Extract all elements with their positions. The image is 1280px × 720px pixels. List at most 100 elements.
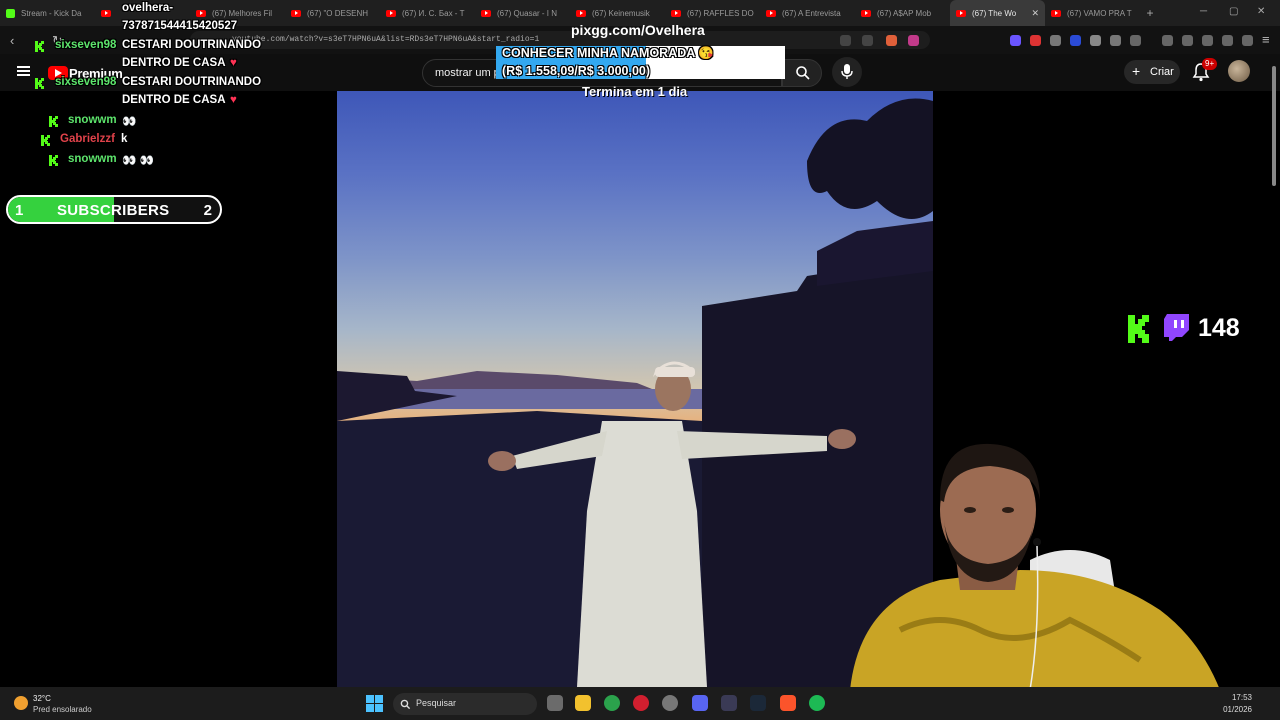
viewer-count-overlay: 148	[1128, 314, 1253, 344]
extension-icon[interactable]	[1070, 35, 1081, 46]
chat-username: sixseven98	[55, 76, 117, 88]
new-tab-button[interactable]: +	[1140, 6, 1160, 20]
extension-icon[interactable]	[1030, 35, 1041, 46]
chat-message-text: 👀 👀	[122, 155, 154, 167]
media-icon[interactable]	[1162, 35, 1173, 46]
chrome-icon[interactable]	[604, 695, 620, 711]
brave-shield-icon[interactable]	[886, 35, 897, 46]
kick-badge-icon	[49, 116, 58, 127]
wallet-icon[interactable]	[1202, 35, 1213, 46]
chat-message-text: k	[121, 133, 128, 145]
install-icon[interactable]	[840, 35, 851, 46]
chat-message-text: 👀	[122, 116, 137, 128]
minimize-icon[interactable]: ─	[1200, 6, 1207, 17]
weather-temperature: 32°C	[33, 694, 51, 703]
screenshot-icon[interactable]	[1130, 35, 1141, 46]
taskbar-search-box[interactable]: Pesquisar	[393, 693, 537, 715]
youtube-icon	[481, 9, 491, 17]
taskbar-date[interactable]: 01/2026	[1218, 705, 1252, 714]
subscribers-goal-bar: 1 SUBSCRIBERS 2	[6, 195, 222, 224]
streamer-webcam	[850, 443, 1220, 690]
donation-goal-amount: (R$ 1.558,09/R$ 3.000,00)	[502, 64, 651, 78]
donation-goal-deadline: Termina em 1 dia	[582, 84, 688, 99]
voice-search-button[interactable]	[832, 57, 862, 87]
youtube-icon	[576, 9, 586, 17]
chat-username: ovelhera-	[122, 2, 174, 14]
subscribers-label: SUBSCRIBERS	[57, 202, 170, 219]
kick-icon	[6, 8, 15, 18]
steam-icon[interactable]	[750, 695, 766, 711]
create-button[interactable]: + Criar	[1124, 60, 1180, 84]
youtube-icon	[766, 9, 776, 17]
page-scrollbar[interactable]	[1270, 60, 1278, 687]
avatar[interactable]	[1228, 60, 1250, 82]
app-icon[interactable]	[721, 695, 737, 711]
search-button[interactable]	[782, 59, 822, 87]
kick-badge-icon	[35, 41, 44, 52]
task-view-icon[interactable]	[547, 695, 563, 711]
leo-icon[interactable]	[1222, 35, 1233, 46]
heart-emote-icon: ♥	[230, 57, 237, 69]
chat-username: snowwm	[68, 153, 117, 165]
chat-message-text: CESTARI DOUTRINANDO	[122, 76, 262, 88]
donation-goal-bar: CONHECER MINHA NAMORADA 😘 (R$ 1.558,09/R…	[496, 46, 785, 79]
opera-gx-icon[interactable]	[633, 695, 649, 711]
extensions-puzzle-icon[interactable]	[1110, 35, 1121, 46]
youtube-icon	[1051, 9, 1061, 17]
subscribers-current: 1	[15, 202, 24, 219]
vpn-icon[interactable]	[1242, 35, 1253, 46]
youtube-icon	[861, 9, 871, 17]
donation-goal-title: CONHECER MINHA NAMORADA 😘	[502, 46, 714, 60]
chat-username: snowwm	[68, 114, 117, 126]
brave-rewards-icon[interactable]	[908, 35, 919, 46]
pix-donation-url: pixgg.com/Ovelhera	[571, 22, 705, 38]
close-tab-icon[interactable]: ✕	[1031, 8, 1039, 19]
tab-youtube-active[interactable]: (67) The Wo ✕	[950, 0, 1045, 26]
maximize-icon[interactable]: ▢	[1229, 6, 1238, 17]
file-explorer-icon[interactable]	[575, 695, 591, 711]
kick-badge-icon	[35, 78, 44, 89]
scrollbar-thumb[interactable]	[1272, 66, 1276, 186]
tab-youtube-3[interactable]: (67) "O DESENH	[285, 0, 380, 26]
brave-icon[interactable]	[780, 695, 796, 711]
chat-username: Gabrielzzf	[60, 133, 115, 145]
tab-youtube-5[interactable]: (67) Quasar - I N	[475, 0, 570, 26]
youtube-icon	[196, 9, 206, 17]
hamburger-menu-icon[interactable]	[17, 66, 30, 76]
extension-icon[interactable]	[1010, 35, 1021, 46]
chat-message-text: DENTRO DE CASA	[122, 94, 226, 106]
tab-youtube-4[interactable]: (67) И. С. Бах - Т	[380, 0, 475, 26]
youtube-icon	[291, 9, 301, 17]
microphone-icon	[841, 64, 853, 79]
youtube-icon	[101, 9, 111, 17]
search-icon	[796, 66, 810, 80]
back-icon[interactable]: ‹	[10, 33, 14, 48]
chat-message-text: CESTARI DOUTRINANDO	[122, 39, 262, 51]
obs-icon[interactable]	[662, 695, 678, 711]
viewer-count: 148	[1198, 314, 1240, 342]
tab-kick-stream[interactable]: Stream - Kick Da	[0, 0, 95, 26]
subscribers-target: 2	[203, 202, 212, 219]
weather-icon[interactable]	[14, 696, 28, 710]
chat-message-text: DENTRO DE CASA	[122, 57, 226, 69]
kick-badge-icon	[49, 155, 58, 166]
kick-badge-icon	[41, 135, 50, 146]
extension-icon[interactable]	[1090, 35, 1101, 46]
plus-icon: +	[1132, 63, 1141, 79]
menu-icon[interactable]: ≡	[1262, 32, 1270, 47]
discord-icon[interactable]	[692, 695, 708, 711]
spotify-icon[interactable]	[809, 695, 825, 711]
tab-youtube-9[interactable]: (67) A$AP Mob	[855, 0, 950, 26]
notification-count-badge: 9+	[1202, 58, 1218, 70]
sidebar-icon[interactable]	[1182, 35, 1193, 46]
windows-start-icon[interactable]	[366, 695, 383, 712]
share-icon[interactable]	[862, 35, 873, 46]
extension-icon[interactable]	[1050, 35, 1061, 46]
tab-youtube-11[interactable]: (67) VAMO PRA T	[1045, 0, 1140, 26]
tab-youtube-8[interactable]: (67) A Entrevista	[760, 0, 855, 26]
close-window-icon[interactable]: ✕	[1257, 6, 1265, 17]
youtube-icon	[671, 9, 681, 17]
chat-message-text: 737871544415420527	[122, 20, 238, 32]
screen: Stream - Kick Da (67) Melhores Fil (67) …	[0, 0, 1280, 720]
taskbar-clock[interactable]: 17:53	[1218, 693, 1252, 702]
